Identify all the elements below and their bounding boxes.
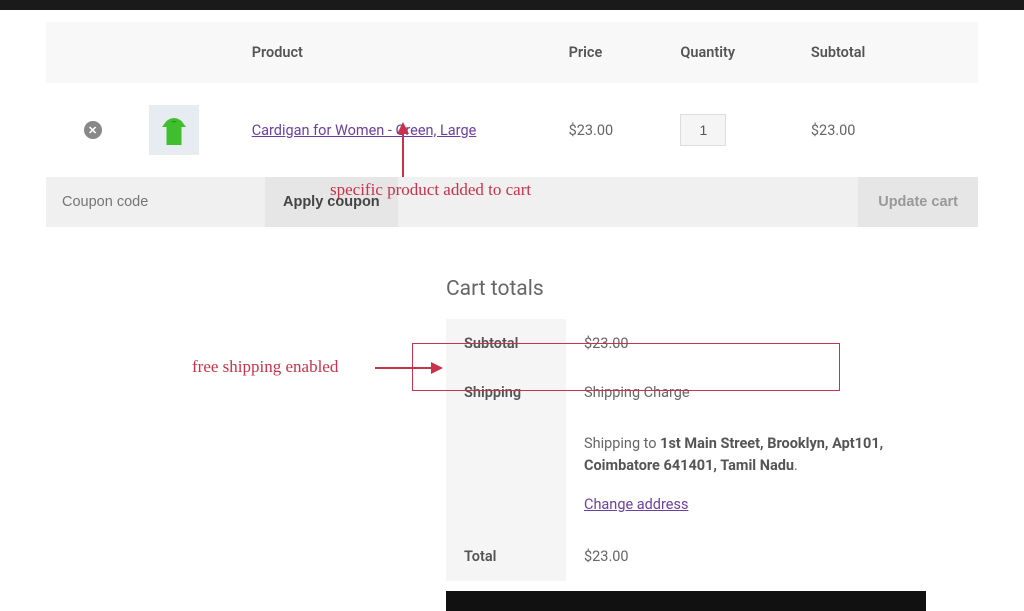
quantity-input[interactable] [680,114,726,146]
col-quantity-header: Quantity [670,22,800,83]
product-price: $23.00 [559,83,671,177]
col-thumb-header [139,22,242,83]
product-subtotal: $23.00 [801,83,978,177]
subtotal-label: Subtotal [446,319,566,368]
shipping-label: Shipping [446,368,566,417]
cardigan-icon [156,112,192,148]
close-icon: ✕ [88,124,97,137]
shipping-method: Shipping Charge [584,384,908,401]
remove-item-button[interactable]: ✕ [84,121,102,139]
cart-actions-bar: Apply coupon Update cart [46,177,978,227]
subtotal-value: $23.00 [566,319,926,368]
cart-table: Product Price Quantity Subtotal ✕ [46,22,978,177]
checkout-button[interactable] [446,591,926,611]
col-price-header: Price [559,22,671,83]
cart-totals-title: Cart totals [446,277,926,301]
update-cart-button[interactable]: Update cart [858,177,978,227]
shipping-to-prefix: Shipping to [584,435,660,452]
cart-row: ✕ Cardigan for Women - Green, Large $23.… [46,83,978,177]
col-subtotal-header: Subtotal [801,22,978,83]
total-value: $23.00 [566,532,926,581]
shipping-empty-label [446,417,566,532]
col-product-header: Product [242,22,559,83]
cart-totals-table: Subtotal $23.00 Shipping Shipping Charge… [446,319,926,581]
product-thumbnail[interactable] [149,105,199,155]
total-label: Total [446,532,566,581]
col-remove-header [46,22,139,83]
product-link[interactable]: Cardigan for Women - Green, Large [252,122,477,139]
change-address-link[interactable]: Change address [584,494,688,516]
coupon-code-input[interactable] [46,177,265,227]
browser-top-bar [0,0,1024,10]
apply-coupon-button[interactable]: Apply coupon [265,177,398,227]
